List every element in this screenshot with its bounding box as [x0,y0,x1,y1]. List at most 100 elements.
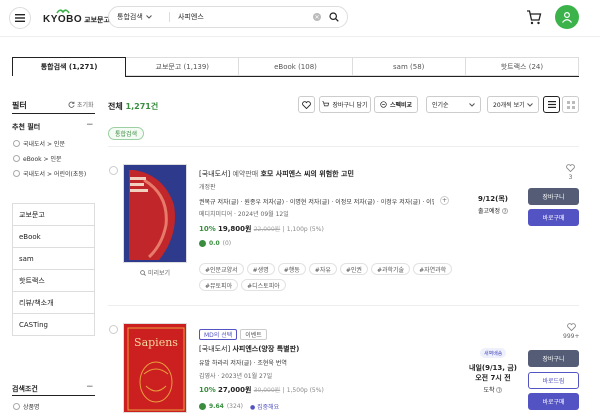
tab-hottracks[interactable]: 핫트랙스 (24) [465,57,580,76]
like-button[interactable]: 999+ [563,323,579,340]
item-gift-button[interactable]: 바로드림 [528,372,579,389]
product-name-option[interactable]: 상품명 [13,402,40,411]
tag[interactable]: #인권 [339,263,368,275]
category-badge[interactable]: 통합검색 [108,127,145,140]
filter-reset-label: 초기화 [77,102,94,109]
logo-text: KYOBO [43,14,83,25]
book-cover[interactable] [123,164,187,263]
site-logo[interactable]: KYOBO 교보문고 [43,8,110,25]
delivery-info: 내일(9/13, 금) 오전 7시 전 도착 ? [469,364,517,394]
collapse-icon[interactable]: − [86,120,94,130]
info-icon[interactable]: ? [496,387,503,393]
wishlist-button[interactable] [298,96,315,113]
tag[interactable]: #생명 [246,263,275,275]
side-category-menu: 교보문고 eBook sam 핫트랙스 리뷰/책소개 CASTing [12,203,95,336]
item-cart-button[interactable]: 장바구니 [528,188,579,205]
add-cart-button[interactable]: 장바구니 담기 [319,96,371,113]
grid-view-icon [566,100,575,109]
item-checkbox[interactable] [109,166,118,175]
list-view-icon [547,101,556,108]
rating-leaf-icon [199,240,206,247]
tag[interactable]: #뮤토피아 [199,279,239,291]
book-tags: #인문교양서 #생명 #행동 #자유 #인권 #과학기술 #자연과학 #뮤토피아 #디스토피아 [199,263,459,295]
search-cond-divider [12,395,95,396]
item-checkbox[interactable] [109,325,118,334]
tag[interactable]: #인문교양서 [199,263,244,275]
tag[interactable]: #자유 [308,263,337,275]
book-publisher: 메디치미디어 · 2024년 09월 12일 [199,211,289,218]
side-item-sam[interactable]: sam [12,248,95,270]
more-authors-button[interactable]: + [440,196,449,205]
book-subtitle: 개정판 [199,184,216,191]
sort-select[interactable]: 인기순 [426,96,481,113]
result-tabs: 통합검색 (1,271) 교보문고 (1,139) eBook (108) sa… [12,57,580,76]
header-divider [0,36,600,37]
info-icon[interactable]: ? [502,208,508,214]
tab-ebook[interactable]: eBook (108) [239,57,353,76]
filter-chip[interactable]: 국내도서 > 인문 [13,139,65,148]
menu-button[interactable] [9,7,31,29]
total-count: 전체 1,271건 [108,102,159,111]
side-item-review[interactable]: 리뷰/책소개 [12,292,95,314]
logo-korean-text: 교보문고 [84,16,110,24]
grid-view-button[interactable] [562,96,579,113]
list-divider [108,305,579,306]
like-button[interactable]: 3 [566,164,575,181]
md-choice-badge: MD의 선택 [199,329,238,340]
tag[interactable]: #디스토피아 [241,279,286,291]
side-item-casting[interactable]: CASTing [12,314,95,336]
filter-title: 필터 [12,101,27,110]
collapse-icon[interactable]: − [86,382,94,392]
item-cart-button[interactable]: 장바구니 [528,350,579,367]
book-rating: 9.64 (324) ● 집중해요 [199,402,279,411]
rating-leaf-icon [199,403,206,410]
book-title-link[interactable]: [국내도서] 사피엔스(양장 특별판) [199,344,299,354]
book-cover[interactable]: Sapiens [123,323,187,413]
per-page-select[interactable]: 20개씩 보기 [487,96,539,113]
filter-divider [12,113,95,114]
filter-reset-button[interactable]: 초기화 [68,100,94,109]
user-icon [562,11,572,23]
magnifier-icon [140,269,146,276]
book-authors[interactable]: 유발 하라리 저자(글) · 조현욱 번역 [199,358,287,367]
compare-button[interactable]: 스펙비교 [374,96,418,113]
side-item-ebook[interactable]: eBook [12,226,95,248]
cart-icon[interactable] [526,9,542,25]
book-cover-image: Sapiens [124,324,186,412]
tag[interactable]: #과학기술 [370,263,411,275]
dawn-delivery-badge: 새벽배송 [480,348,507,358]
filter-chip[interactable]: 국내도서 > 어린이(초등) [13,169,86,178]
book-title-link[interactable]: [국내도서] 예약판매 호모 사피엔스 씨의 위험한 고민 [199,169,354,179]
search-divider [169,12,170,22]
user-avatar[interactable] [555,5,579,29]
item-buy-button[interactable]: 바로구매 [528,209,579,226]
clear-search-icon[interactable]: ✕ [313,13,321,21]
book-publisher: 김영사 · 2023년 01월 27일 [199,373,273,380]
search-scope-select[interactable]: 통합검색 [117,12,165,22]
heart-icon [302,100,311,109]
search-input[interactable]: 사피엔스 [178,12,313,22]
book-authors[interactable]: 권복규 저자(글) · 원종우 저자(글) · 이명현 저자(글) · 이정모 … [199,197,434,206]
tab-kyobo[interactable]: 교보문고 (1,139) [126,57,240,76]
search-icon[interactable] [329,12,339,22]
hamburger-icon [15,14,25,22]
heart-icon [566,323,576,332]
tab-all[interactable]: 통합검색 (1,271) [12,57,127,76]
list-view-button[interactable] [543,96,560,113]
chevron-down-icon [527,102,533,107]
preview-button[interactable]: 미리보기 [140,268,170,277]
side-item-kyobo[interactable]: 교보문고 [12,204,95,226]
svg-text:Sapiens: Sapiens [134,336,178,349]
item-buy-button[interactable]: 바로구매 [528,393,579,410]
tag[interactable]: #행동 [277,263,306,275]
side-item-hottracks[interactable]: 핫트랙스 [12,270,95,292]
item-badges: MD의 선택 이벤트 [199,329,267,340]
tab-sam[interactable]: sam (58) [352,57,466,76]
compare-icon [380,101,387,108]
tag[interactable]: #자연과학 [413,263,453,275]
delivery-info: 9/12(목) 출고예정 ? [477,195,508,215]
chevron-down-icon [469,102,475,107]
chevron-down-icon [145,15,152,19]
filter-chip[interactable]: eBook > 인문 [13,154,62,163]
radio-icon [13,155,20,162]
